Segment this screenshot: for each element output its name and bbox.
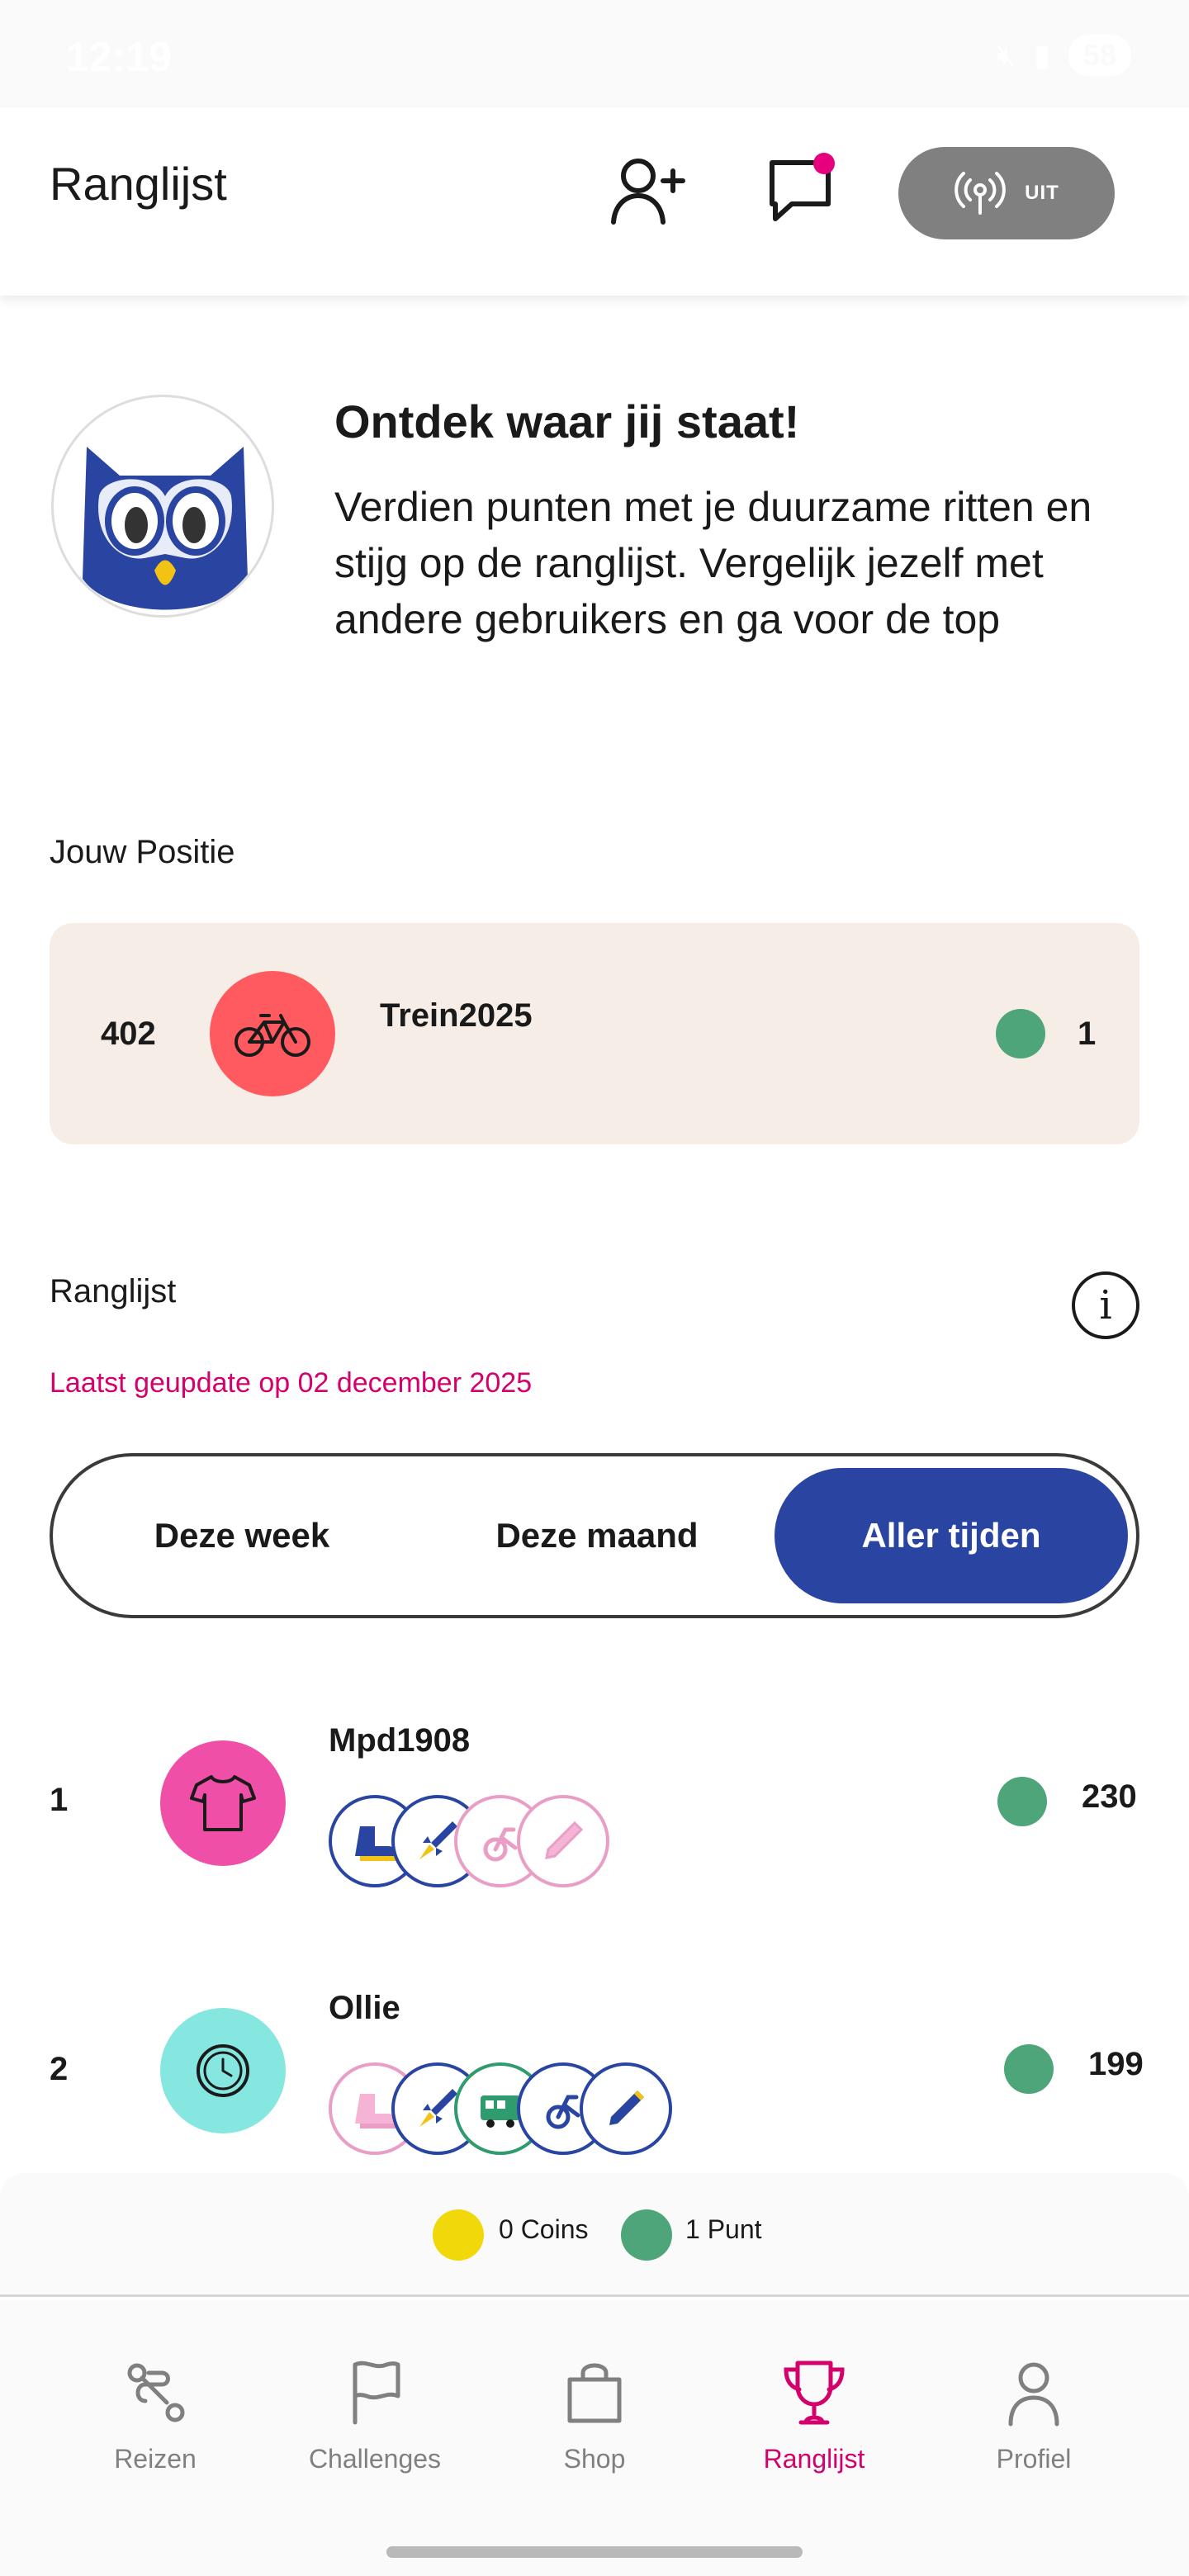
add-friend-button[interactable] (603, 144, 694, 235)
notification-dot (813, 153, 835, 174)
status-icons: 🔇︎ ▮ 58 (997, 35, 1131, 76)
tab-deze-week[interactable]: Deze week (64, 1468, 419, 1603)
row-avatar (160, 1740, 286, 1866)
my-position-card[interactable]: 402 Trein2025 1 (50, 923, 1139, 1144)
messages-button[interactable] (756, 144, 846, 235)
bottom-nav: Reizen Challenges Shop Ranglijst Profiel (0, 2300, 1189, 2576)
nav-label: Ranglijst (763, 2444, 865, 2474)
user-icon (1008, 2362, 1059, 2427)
nav-label: Shop (563, 2444, 626, 2474)
nav-label: Reizen (114, 2444, 197, 2474)
last-updated: Laatst geupdate op 02 december 2025 (50, 1367, 533, 1399)
owl-mascot (51, 395, 274, 618)
pencil-icon (545, 1821, 584, 1859)
my-avatar (210, 971, 335, 1096)
status-time: 12:19 (66, 34, 172, 80)
leaderboard-label: Ranglijst (50, 1273, 177, 1309)
toggle-label: UIT (1025, 182, 1059, 204)
badge (580, 2062, 672, 2155)
mute-icon: 🔇︎ (997, 37, 1016, 72)
my-username: Trein2025 (380, 997, 533, 1034)
row-avatar (160, 2008, 286, 2133)
tab-aller-tijden[interactable]: Aller tijden (775, 1468, 1128, 1603)
row-points: 230 (1082, 1778, 1137, 1815)
my-points: 1 (1078, 1016, 1097, 1052)
point-dot (997, 1777, 1047, 1826)
intro-title: Ontdek waar jij staat! (334, 395, 800, 447)
info-button[interactable]: i (1072, 1271, 1139, 1339)
nav-ranglijst[interactable]: Ranglijst (723, 2358, 905, 2474)
coins-total: 0 Coins (499, 2214, 589, 2244)
tshirt-icon (190, 1775, 256, 1831)
shopping-bag-icon (567, 2363, 622, 2423)
info-icon: i (1099, 1282, 1112, 1328)
page-title: Ranglijst (50, 158, 227, 210)
broadcast-icon (955, 172, 1006, 215)
clock-icon (197, 2044, 249, 2097)
home-indicator[interactable] (386, 2546, 803, 2558)
row-rank: 2 (50, 2051, 69, 2087)
intro-text: Verdien punten met je duurzame ritten en… (334, 484, 1092, 642)
nav-profiel[interactable]: Profiel (943, 2358, 1125, 2474)
nav-shop[interactable]: Shop (504, 2358, 685, 2474)
coin-icon (433, 2209, 484, 2261)
row-rank: 1 (50, 1782, 69, 1818)
battery-indicator: 58 (1068, 35, 1131, 76)
nav-label: Profiel (996, 2444, 1072, 2474)
row-username: Ollie (329, 1990, 400, 2026)
route-icon (127, 2363, 185, 2422)
add-user-icon (611, 159, 685, 225)
app-header: Ranglijst UIT (0, 107, 1189, 296)
owl-icon (83, 447, 248, 610)
nav-label: Challenges (308, 2444, 442, 2474)
period-selector: Deze week Deze maand Aller tijden (50, 1453, 1139, 1618)
tab-deze-maand[interactable]: Deze maand (419, 1468, 775, 1603)
trophy-icon (784, 2361, 845, 2425)
pencil-icon (609, 2091, 644, 2125)
point-icon (621, 2209, 672, 2261)
point-dot (996, 1009, 1045, 1058)
my-rank: 402 (101, 1016, 156, 1052)
badge (517, 1795, 609, 1887)
signal-icon: ▮ (1034, 38, 1050, 72)
nav-reizen[interactable]: Reizen (64, 2358, 246, 2474)
status-bar: 12:19 🔇︎ ▮ 58 (0, 0, 1189, 107)
row-points: 199 (1088, 2046, 1144, 2082)
flag-icon (353, 2361, 400, 2425)
nav-challenges[interactable]: Challenges (284, 2358, 466, 2474)
broadcast-toggle[interactable]: UIT (898, 147, 1115, 239)
my-position-label: Jouw Positie (50, 834, 235, 870)
points-total: 1 Punt (685, 2214, 762, 2244)
point-dot (1004, 2044, 1054, 2094)
row-username: Mpd1908 (329, 1722, 471, 1759)
bicycle-icon (234, 1014, 310, 1057)
totals-bar: 0 Coins 1 Punt (0, 2173, 1189, 2297)
